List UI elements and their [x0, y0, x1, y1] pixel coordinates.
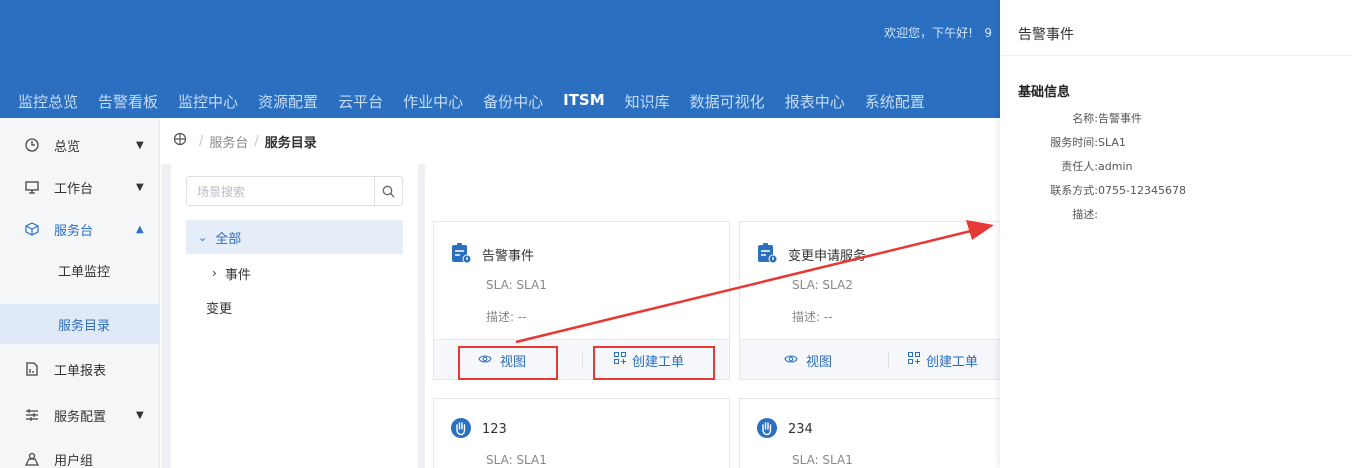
sidebar-item-label: 服务台 — [54, 223, 94, 239]
cube-icon — [24, 221, 40, 237]
nav-item-cloud[interactable]: 云平台 — [338, 91, 383, 115]
nav-item-resource-config[interactable]: 资源配置 — [258, 91, 318, 115]
sidebar-item-workbench[interactable]: 工作台 ▼ — [0, 172, 160, 202]
chevron-down-icon: ▼ — [136, 409, 144, 421]
field-service-time: 服务时间:SLA1 — [1050, 136, 1126, 149]
nav-item-monitor-center[interactable]: 监控中心 — [178, 91, 238, 115]
create-ticket-button[interactable]: 创建工单 — [908, 340, 978, 380]
hand-stop-icon — [756, 417, 778, 442]
chevron-down-icon: ▼ — [136, 139, 144, 151]
users-icon — [24, 451, 40, 467]
tree-node-event[interactable]: › 事件 — [186, 256, 403, 290]
divider — [582, 352, 583, 368]
sidebar-sub-ticket-monitor[interactable]: 工单监控 — [0, 250, 160, 290]
hand-stop-icon — [450, 417, 472, 442]
card-title: 变更申请服务 — [788, 249, 867, 264]
breadcrumb-current: 服务目录 — [264, 135, 317, 151]
card-sla: SLA: SLA1 — [486, 278, 547, 292]
chevron-right-icon: › — [212, 266, 217, 280]
sidebar-item-label: 工作台 — [54, 181, 94, 197]
annotation-box-view — [458, 346, 558, 380]
breadcrumb-parent[interactable]: 服务台 — [209, 132, 248, 151]
breadcrumb: / 服务台 / 服务目录 — [161, 118, 1000, 164]
card-title: 告警事件 — [482, 249, 535, 264]
nav-item-system-config[interactable]: 系统配置 — [865, 91, 925, 115]
card-actions: 视图 创建工单 — [740, 339, 1008, 379]
sidebar-item-user-group[interactable]: 用户组 — [0, 444, 160, 468]
field-name: 名称:告警事件 — [1072, 112, 1142, 125]
service-card[interactable]: 234 SLA: SLA1 — [739, 398, 1009, 468]
ticket-icon — [756, 242, 778, 267]
tree-node-change[interactable]: 变更 — [186, 290, 403, 324]
sidebar-item-label: 工单报表 — [54, 363, 107, 379]
nav-item-knowledge[interactable]: 知识库 — [625, 91, 670, 115]
sidebar-item-service-desk[interactable]: 服务台 ▲ — [0, 214, 160, 244]
field-owner: 责任人:admin — [1061, 160, 1133, 173]
view-button[interactable]: 视图 — [784, 340, 832, 380]
divider — [888, 352, 889, 368]
search-icon[interactable] — [374, 177, 402, 205]
chevron-up-icon: ▲ — [136, 223, 144, 235]
service-card-grid: 告警事件 SLA: SLA1 描述: -- 视图 创建工单 变更申请服务 SLA… — [425, 164, 1009, 468]
tree-node-all[interactable]: ⌄ 全部 — [186, 220, 403, 254]
nav-item-itsm[interactable]: ITSM — [563, 91, 605, 122]
nav-item-job-center[interactable]: 作业中心 — [403, 91, 463, 115]
sidebar-item-overview[interactable]: 总览 ▼ — [0, 130, 160, 160]
drawer-title: 告警事件 — [1018, 27, 1074, 43]
scene-tree-panel: 场景搜索 ⌄ 全部 › 事件 变更 — [171, 164, 418, 468]
divider — [1000, 55, 1352, 56]
sidebar-item-label: 服务配置 — [54, 409, 107, 425]
main-content: / 服务台 / 服务目录 场景搜索 ⌄ 全部 › 事件 变更 告警事件 SLA:… — [161, 118, 1009, 468]
field-description: 描述: — [1072, 208, 1098, 221]
nav-item-alarm-board[interactable]: 告警看板 — [98, 91, 158, 115]
sidebar-item-label: 用户组 — [54, 453, 94, 468]
annotation-box-create — [593, 346, 715, 380]
sidebar: 总览 ▼ 工作台 ▼ 服务台 ▲ 工单监控 服务目录 工单报表 服务配置 ▼ 用… — [0, 118, 160, 468]
nav-item-overview[interactable]: 监控总览 — [18, 91, 78, 115]
scene-search-input[interactable]: 场景搜索 — [186, 176, 403, 206]
main-nav: 监控总览 告警看板 监控中心 资源配置 云平台 作业中心 备份中心 ITSM 知… — [18, 91, 945, 122]
service-card[interactable]: 123 SLA: SLA1 — [433, 398, 730, 468]
clock-icon — [24, 137, 40, 153]
card-sla: SLA: SLA2 — [792, 278, 853, 292]
card-sla: SLA: SLA1 — [792, 453, 853, 467]
top-header: 欢迎您，下午好! 9 监控总览 告警看板 监控中心 资源配置 云平台 作业中心 … — [0, 0, 1000, 122]
nav-item-report-center[interactable]: 报表中心 — [785, 91, 845, 115]
nav-item-data-viz[interactable]: 数据可视化 — [690, 91, 765, 115]
search-placeholder: 场景搜索 — [197, 184, 246, 199]
monitor-icon — [24, 179, 40, 195]
field-contact: 联系方式:0755-12345678 — [1050, 184, 1186, 197]
chevron-down-icon: ▼ — [136, 181, 144, 193]
ticket-icon — [450, 242, 472, 267]
card-desc: 描述: -- — [486, 310, 527, 324]
globe-icon — [173, 132, 187, 150]
grid-icon — [908, 352, 920, 368]
card-desc: 描述: -- — [792, 310, 833, 324]
sliders-icon — [24, 407, 40, 423]
sidebar-item-ticket-report[interactable]: 工单报表 — [0, 354, 160, 384]
section-title: 基础信息 — [1018, 85, 1071, 100]
service-card[interactable]: 变更申请服务 SLA: SLA2 描述: -- 视图 创建工单 — [739, 221, 1009, 380]
card-title: 234 — [788, 422, 813, 437]
chevron-down-icon: ⌄ — [198, 230, 208, 244]
greeting-text: 欢迎您，下午好! 9 — [884, 26, 992, 40]
report-icon — [24, 361, 40, 377]
eye-icon — [784, 353, 798, 368]
nav-item-backup-center[interactable]: 备份中心 — [483, 91, 543, 115]
sidebar-sub-service-catalog[interactable]: 服务目录 — [0, 304, 160, 344]
card-sla: SLA: SLA1 — [486, 453, 547, 467]
sidebar-item-service-config[interactable]: 服务配置 ▼ — [0, 400, 160, 430]
card-title: 123 — [482, 422, 507, 437]
detail-drawer: 告警事件 基础信息 名称:告警事件 服务时间:SLA1 责任人:admin 联系… — [1000, 0, 1352, 468]
sidebar-item-label: 总览 — [54, 139, 81, 155]
